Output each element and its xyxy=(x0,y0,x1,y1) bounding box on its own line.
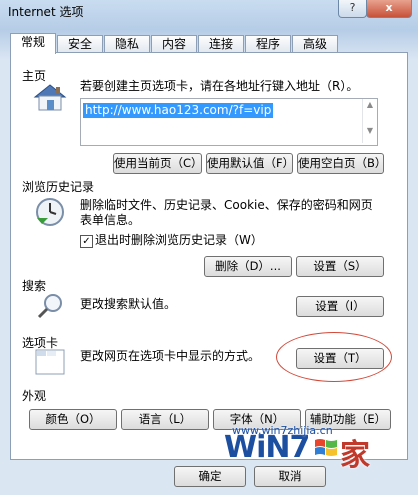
watermark-jia: 家 xyxy=(340,438,370,473)
magnifier-icon xyxy=(36,292,64,323)
home-url-textarea[interactable]: http://www.hao123.com/?f=vip ▲ ▼ xyxy=(80,98,378,146)
tab-connections[interactable]: 连接 xyxy=(198,35,244,53)
section-title-history: 浏览历史记录 xyxy=(22,180,95,194)
house-icon xyxy=(32,82,68,115)
tab-content[interactable]: 内容 xyxy=(151,35,197,53)
scroll-up-arrow-icon[interactable]: ▲ xyxy=(363,99,377,111)
tab-privacy[interactable]: 隐私 xyxy=(104,35,150,53)
languages-button[interactable]: 语言（L） xyxy=(121,409,209,430)
tab-programs[interactable]: 程序 xyxy=(245,35,291,53)
home-description: 若要创建主页选项卡，请在各地址行键入地址（R）。 xyxy=(80,79,359,93)
history-clock-icon xyxy=(34,196,66,231)
scroll-down-arrow-icon[interactable]: ▼ xyxy=(363,111,377,151)
history-description: 删除临时文件、历史记录、Cookie、保存的密码和网页表单信息。 xyxy=(80,198,373,227)
use-default-button[interactable]: 使用默认值（F） xyxy=(206,153,294,174)
use-current-page-button[interactable]: 使用当前页（C） xyxy=(113,153,203,174)
use-blank-button[interactable]: 使用空白页（B） xyxy=(297,153,386,174)
textarea-scrollbar[interactable]: ▲ ▼ xyxy=(362,99,377,143)
highlight-oval xyxy=(276,332,392,382)
history-settings-button[interactable]: 设置（S） xyxy=(296,256,384,277)
tab-general[interactable]: 常规 xyxy=(10,33,56,54)
help-button[interactable]: ? xyxy=(338,0,367,18)
windows-flag-icon xyxy=(314,436,338,463)
close-button[interactable]: x xyxy=(366,0,412,18)
delete-on-exit-checkbox[interactable]: ✓ xyxy=(80,235,93,248)
win7-watermark-logo: WiN7 家 www.win7zhijia.cn xyxy=(222,422,398,482)
tab-advanced[interactable]: 高级 xyxy=(292,35,338,53)
watermark-url: www.win7zhijia.cn xyxy=(232,424,333,437)
search-description: 更改搜索默认值。 xyxy=(80,297,177,311)
window-title: Internet 选项 xyxy=(8,5,84,19)
search-settings-button[interactable]: 设置（I） xyxy=(296,296,384,317)
tab-security[interactable]: 安全 xyxy=(57,35,103,53)
delete-history-button[interactable]: 删除（D）... xyxy=(204,256,292,277)
colors-button[interactable]: 颜色（O） xyxy=(29,409,117,430)
delete-on-exit-label[interactable]: 退出时删除浏览历史记录（W） xyxy=(95,233,263,248)
tabs-window-icon xyxy=(34,348,66,379)
home-url-value: http://www.hao123.com/?f=vip xyxy=(83,103,274,118)
tabs-description: 更改网页在选项卡中显示的方式。 xyxy=(80,349,261,363)
section-title-appearance: 外观 xyxy=(22,389,47,403)
